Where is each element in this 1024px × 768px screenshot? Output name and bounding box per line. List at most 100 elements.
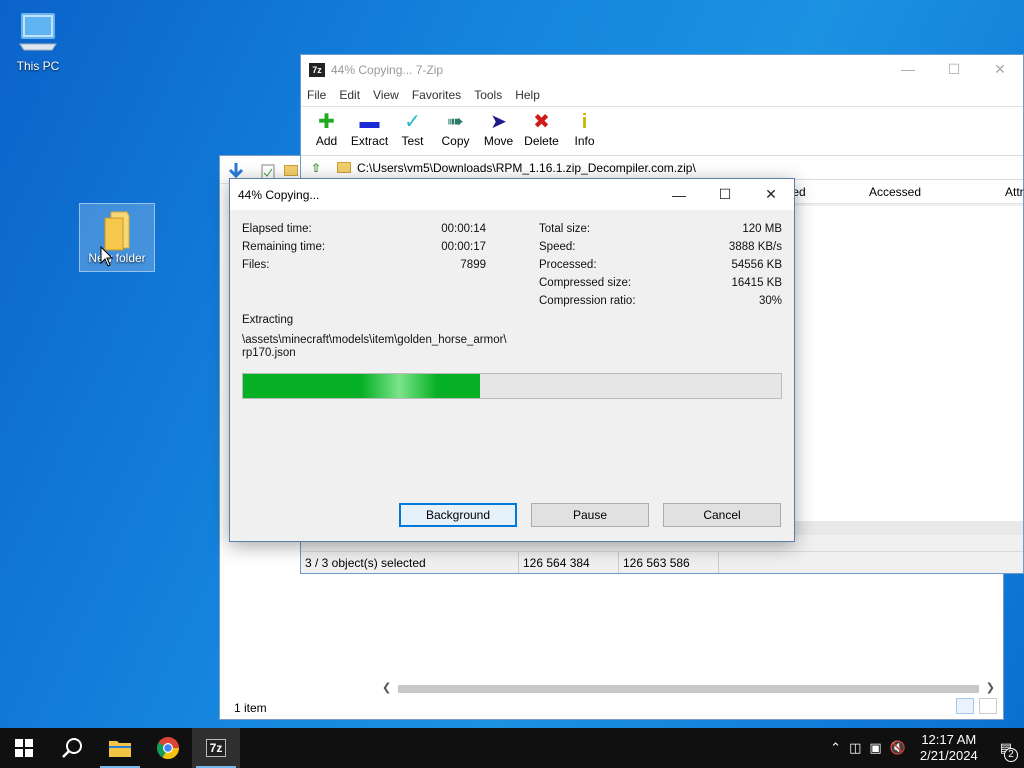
search-button[interactable] (48, 728, 96, 768)
menu-favorites[interactable]: Favorites (412, 88, 470, 102)
progress-bar-fill (243, 374, 480, 398)
column-attributes[interactable]: Attri (1005, 185, 1024, 199)
scroll-left-icon[interactable]: ❮ (382, 681, 391, 694)
address-field[interactable]: C:\Users\vm5\Downloads\RPM_1.16.1.zip_De… (331, 161, 1023, 175)
add-button[interactable]: ✚ Add (305, 107, 348, 155)
maximize-icon[interactable]: ☐ (702, 179, 748, 210)
7zip-title-bar[interactable]: 7z 44% Copying... 7-Zip — ☐ ✕ (301, 55, 1023, 84)
volume-muted-icon[interactable]: 🔇 (886, 740, 910, 756)
test-label: Test (401, 134, 424, 148)
move-label: Move (483, 134, 514, 148)
security-icon[interactable]: ◫ (845, 740, 865, 756)
compressed-size-value: 16415 KB (731, 277, 782, 289)
double-arrow-icon: ➠ (447, 111, 464, 133)
processed-value: 54556 KB (731, 259, 782, 271)
remaining-time-value: 00:00:17 (441, 241, 486, 253)
menu-help[interactable]: Help (515, 88, 549, 102)
network-icon[interactable]: ▣ (865, 740, 885, 756)
view-switcher (954, 698, 997, 717)
extract-button[interactable]: ▬ Extract (348, 107, 391, 155)
taskbar: 7z ⌃ ◫ ▣ 🔇 12:17 AM 2/21/2024 ▤ 2 (0, 728, 1024, 768)
menu-bar: File Edit View Favorites Tools Help (301, 84, 1023, 106)
elapsed-time-value: 00:00:14 (441, 223, 486, 235)
notification-badge: 2 (1004, 748, 1018, 762)
packed-size: 126 563 586 (619, 552, 719, 573)
total-size-value: 120 MB (742, 223, 782, 235)
compression-ratio-value: 30% (758, 295, 782, 307)
this-pc-icon (19, 13, 57, 51)
desktop-icon-label: This PC (16, 59, 60, 73)
menu-file[interactable]: File (307, 88, 335, 102)
menu-tools[interactable]: Tools (474, 88, 511, 102)
current-file-name: rp170.json (242, 347, 296, 359)
start-button[interactable] (0, 728, 48, 768)
minimize-icon[interactable]: — (656, 179, 702, 210)
total-size-label: Total size: (539, 223, 591, 235)
new-folder-icon[interactable] (284, 165, 298, 176)
copy-label: Copy (441, 134, 470, 148)
files-label: Files: (242, 259, 270, 271)
info-label: Info (574, 134, 595, 148)
compression-ratio-label: Compression ratio: (539, 295, 636, 307)
delete-button[interactable]: ✖ Delete (520, 107, 563, 155)
plus-icon: ✚ (318, 111, 335, 133)
add-label: Add (315, 134, 338, 148)
desktop-icon-this-pc[interactable]: This PC (0, 10, 76, 73)
clock[interactable]: 12:17 AM 2/21/2024 (910, 732, 988, 764)
menu-view[interactable]: View (373, 88, 408, 102)
folder-icon (337, 162, 351, 173)
minimize-icon[interactable]: — (885, 61, 931, 78)
pause-button[interactable]: Pause (531, 503, 649, 527)
dialog-title-bar[interactable]: 44% Copying... — ☐ ✕ (230, 179, 794, 210)
test-button[interactable]: ✓ Test (391, 107, 434, 155)
start-icon (15, 739, 33, 757)
explorer-status-bar: 1 item (220, 697, 1003, 719)
up-folder-icon[interactable]: ⇧ (301, 161, 331, 175)
7zip-icon: 7z (205, 739, 227, 757)
maximize-icon[interactable]: ☐ (931, 61, 977, 78)
background-button[interactable]: Background (399, 503, 517, 527)
operation-label: Extracting (242, 314, 294, 326)
file-explorer-icon (109, 741, 131, 757)
processed-label: Processed: (539, 259, 597, 271)
copy-button[interactable]: ➠ Copy (434, 107, 477, 155)
taskbar-chrome[interactable] (144, 728, 192, 768)
info-button[interactable]: i Info (563, 107, 606, 155)
progress-bar (242, 373, 782, 399)
7zip-toolbar: ✚ Add ▬ Extract ✓ Test ➠ Copy ➤ Move ✖ D… (301, 106, 1023, 156)
path-bar: ⇧ C:\Users\vm5\Downloads\RPM_1.16.1.zip_… (301, 156, 1023, 180)
menu-edit[interactable]: Edit (339, 88, 369, 102)
column-accessed[interactable]: Accessed (869, 185, 921, 199)
info-icon: i (581, 111, 588, 133)
scroll-right-icon[interactable]: ❯ (986, 681, 995, 694)
7zip-app-icon: 7z (309, 62, 325, 77)
selected-size: 126 564 384 (519, 552, 619, 573)
7zip-status-bar: 3 / 3 object(s) selected 126 564 384 126… (301, 551, 1023, 573)
close-icon[interactable]: ✕ (748, 179, 794, 210)
close-icon[interactable]: ✕ (977, 61, 1023, 78)
desktop-icon-new-folder[interactable]: New folder (79, 203, 155, 272)
speed-label: Speed: (539, 241, 576, 253)
scrollbar-thumb[interactable] (398, 685, 979, 693)
large-icons-view-icon[interactable] (979, 698, 997, 714)
current-file-path: \assets\minecraft\models\item\golden_hor… (242, 334, 507, 346)
minus-icon: ▬ (359, 111, 380, 133)
clock-date: 2/21/2024 (919, 748, 978, 763)
remaining-time-label: Remaining time: (242, 241, 326, 253)
taskbar-file-explorer[interactable] (96, 728, 144, 768)
chevron-up-icon[interactable]: ⌃ (826, 740, 845, 756)
elapsed-time-label: Elapsed time: (242, 223, 312, 235)
item-count: 1 item (234, 701, 267, 715)
arrow-right-icon: ➤ (490, 111, 507, 133)
files-value: 7899 (460, 259, 486, 271)
details-view-icon[interactable] (955, 698, 974, 714)
x-icon: ✖ (533, 111, 550, 133)
taskbar-7zip[interactable]: 7z (192, 728, 240, 768)
clock-time: 12:17 AM (921, 732, 977, 747)
copy-progress-dialog[interactable]: 44% Copying... — ☐ ✕ Elapsed time: 00:00… (229, 178, 795, 542)
notification-center-icon[interactable]: ▤ 2 (988, 740, 1024, 762)
cancel-button-label: Cancel (703, 508, 741, 522)
move-button[interactable]: ➤ Move (477, 107, 520, 155)
cancel-button[interactable]: Cancel (663, 503, 781, 527)
explorer-horizontal-scrollbar[interactable]: ❮ ❯ (380, 681, 997, 697)
